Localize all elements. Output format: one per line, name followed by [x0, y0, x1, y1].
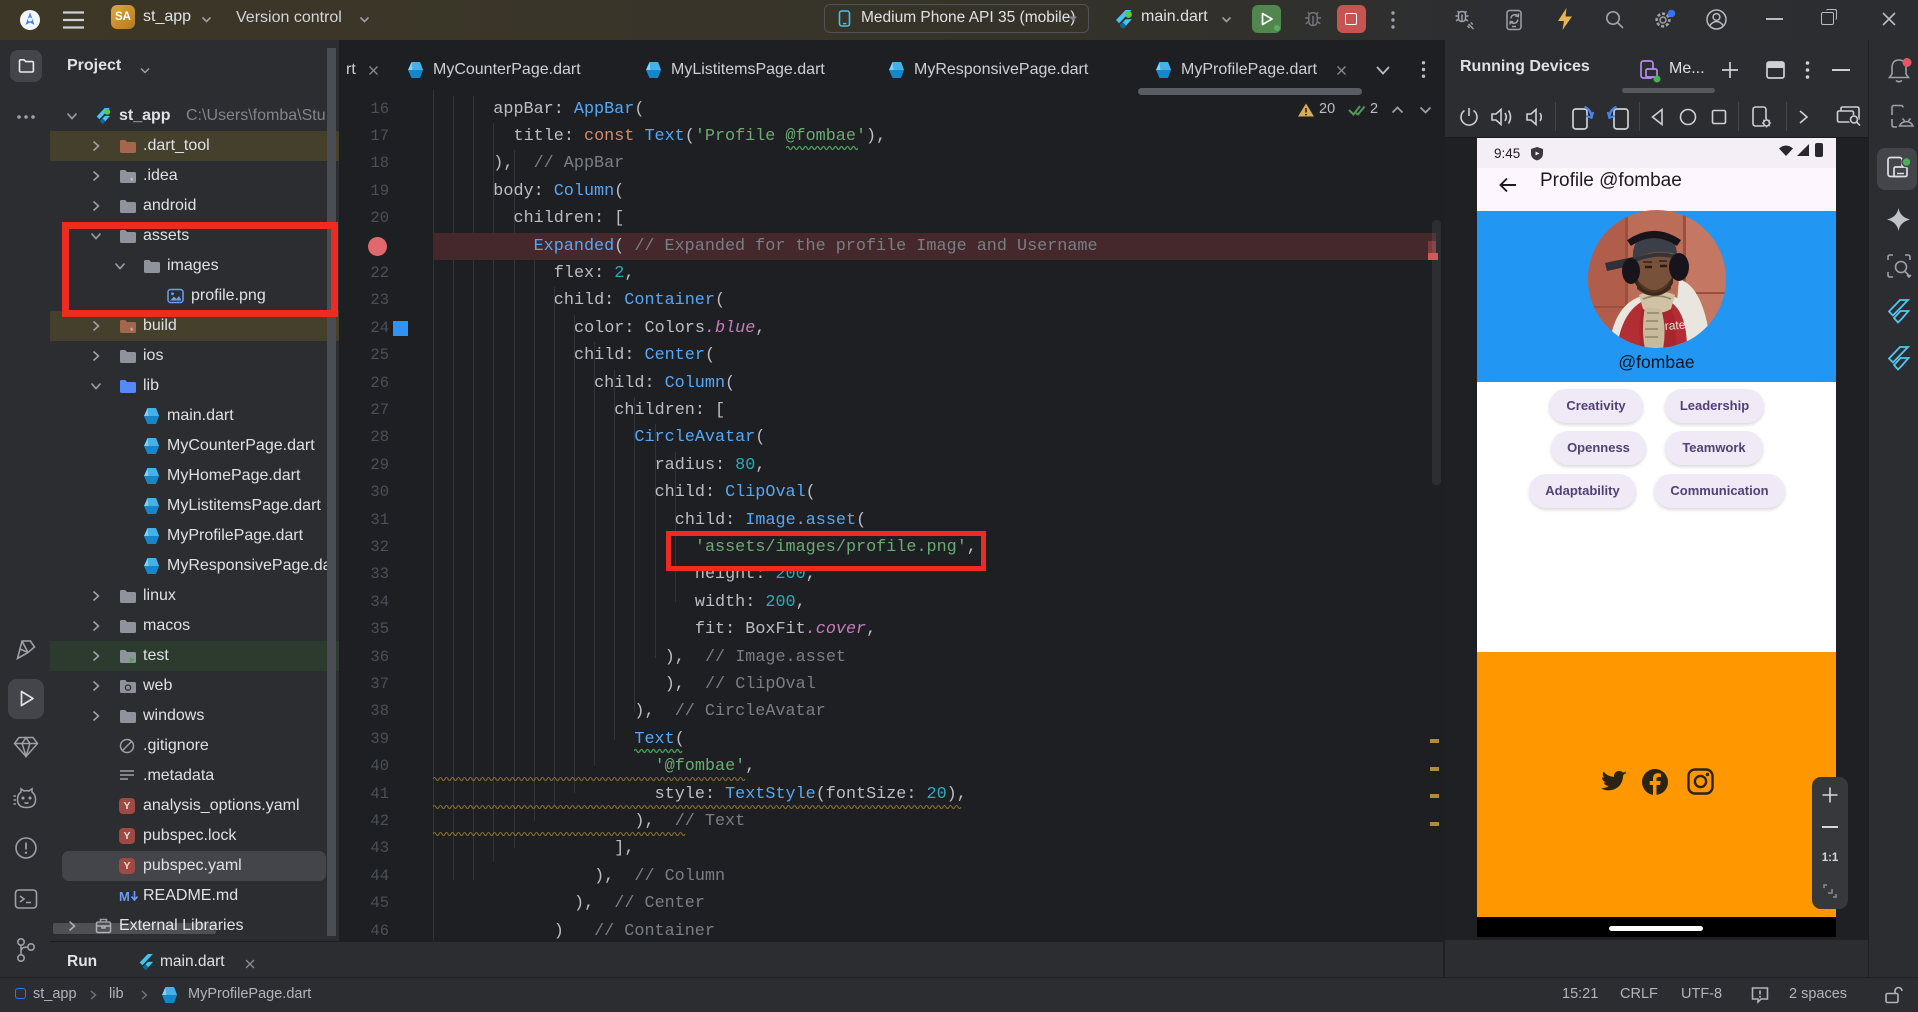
svg-text:rates: rates — [1664, 317, 1692, 333]
svg-text:*: * — [130, 326, 134, 334]
svg-text:*: * — [130, 176, 134, 184]
svg-text:M: M — [119, 889, 130, 903]
